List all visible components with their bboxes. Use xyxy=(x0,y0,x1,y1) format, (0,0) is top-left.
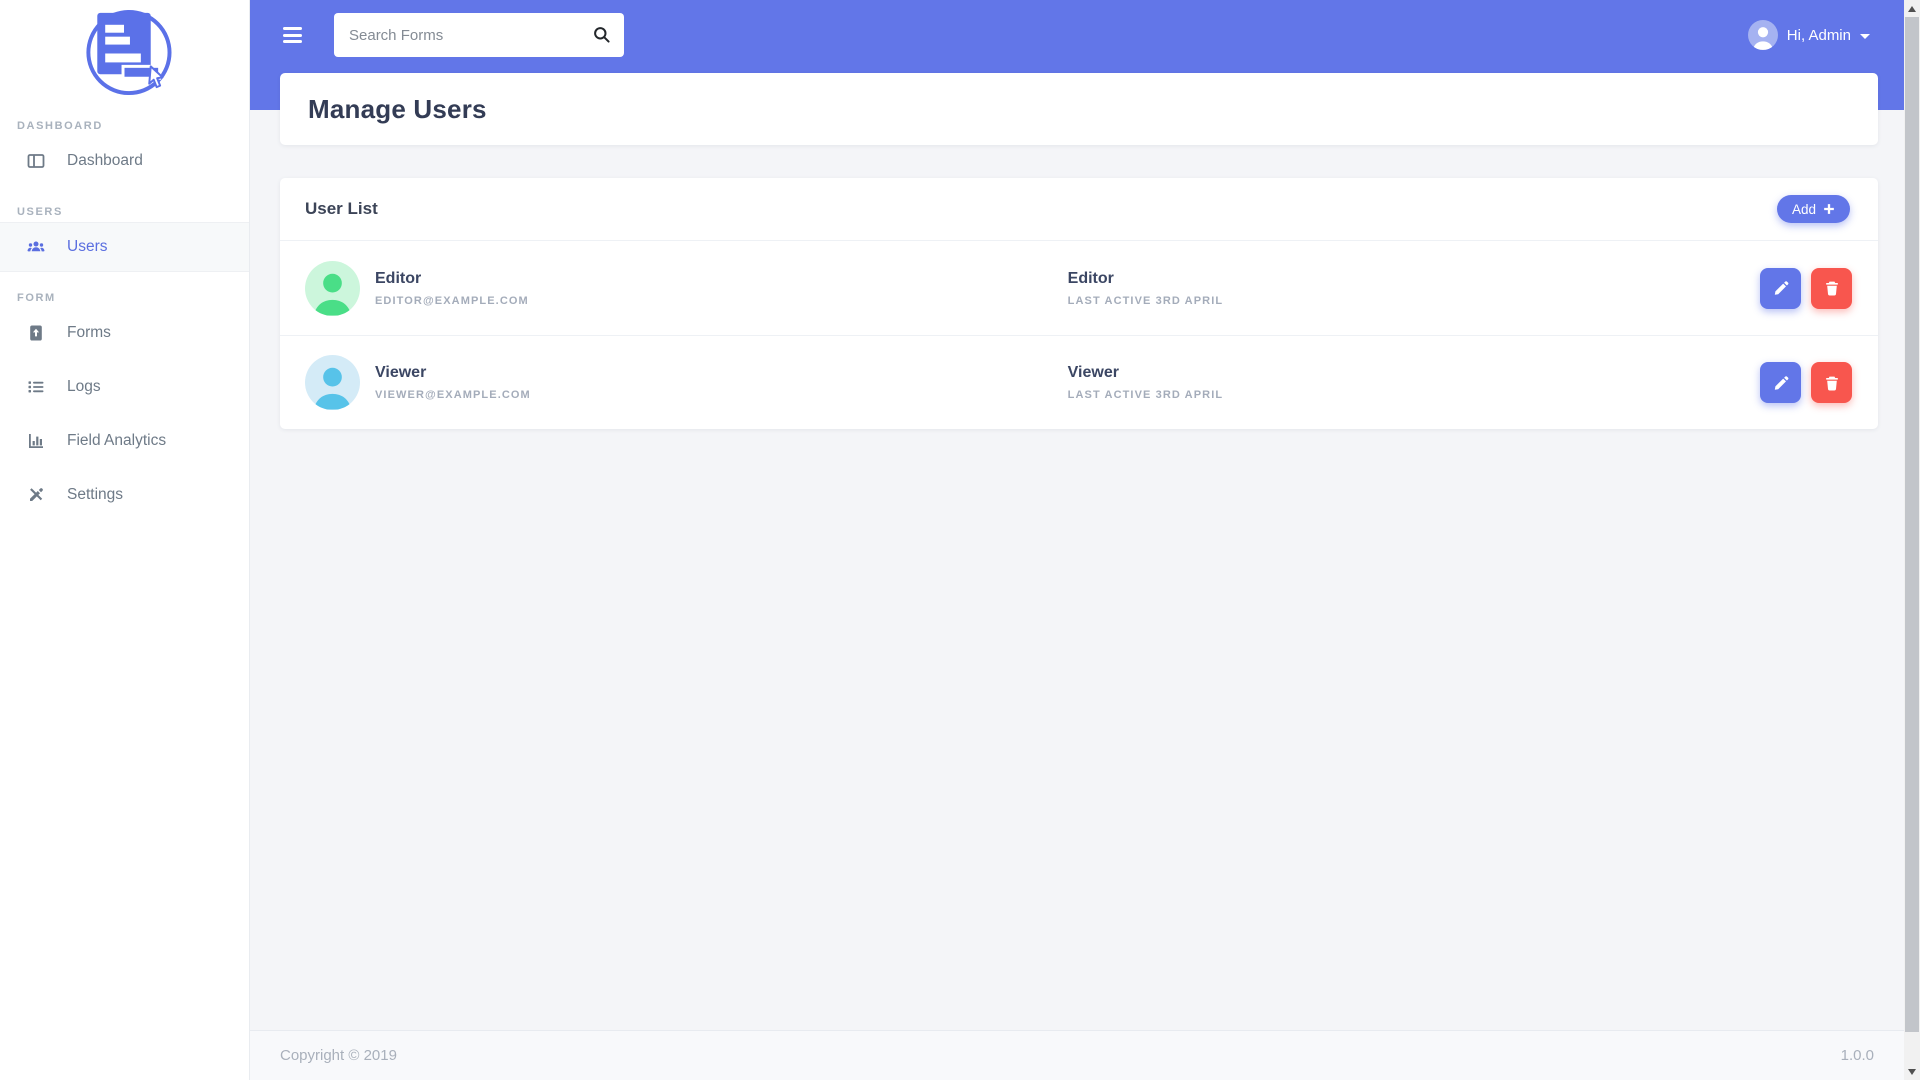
footer: Copyright © 2019 1.0.0 xyxy=(250,1030,1904,1080)
page-content: Manage Users User List Add xyxy=(250,73,1904,1030)
user-name: Viewer xyxy=(375,364,531,382)
bar-chart-icon xyxy=(27,432,45,450)
nav-section-form: FORM xyxy=(17,292,249,304)
page-title-card: Manage Users xyxy=(280,73,1878,145)
pencil-icon xyxy=(1773,280,1789,296)
sidebar-item-users[interactable]: Users xyxy=(0,222,249,272)
trash-icon xyxy=(1824,280,1840,296)
scroll-up-icon[interactable] xyxy=(1904,0,1920,17)
sidebar-item-settings[interactable]: Settings xyxy=(0,470,249,520)
search-input[interactable] xyxy=(334,13,624,57)
edit-user-button[interactable] xyxy=(1760,268,1801,309)
user-menu[interactable]: Hi, Admin xyxy=(1748,20,1870,50)
user-greeting: Hi, Admin xyxy=(1787,27,1851,44)
sidebar-item-forms[interactable]: Forms xyxy=(0,308,249,358)
avatar xyxy=(305,261,360,316)
scrollbar-thumb[interactable] xyxy=(1905,17,1919,1032)
row-actions xyxy=(1760,268,1852,309)
form-builder-logo-icon xyxy=(73,5,177,100)
sidebar-item-label: Settings xyxy=(67,486,123,504)
user-email: VIEWER@EXAMPLE.COM xyxy=(375,389,531,401)
user-identity: Editor EDITOR@EXAMPLE.COM xyxy=(305,261,1068,316)
user-list-title: User List xyxy=(305,199,378,219)
user-last-active: LAST ACTIVE 3RD APRIL xyxy=(1068,389,1760,401)
user-role: Editor xyxy=(1068,270,1760,288)
user-role-block: Editor LAST ACTIVE 3RD APRIL xyxy=(1068,270,1760,307)
sidebar-item-label: Logs xyxy=(67,378,101,396)
users-icon xyxy=(27,238,45,256)
columns-icon xyxy=(27,152,45,170)
avatar xyxy=(305,355,360,410)
search-box xyxy=(334,13,624,57)
nav-section-dashboard: DASHBOARD xyxy=(17,120,249,132)
row-actions xyxy=(1760,362,1852,403)
copyright-text: Copyright © 2019 xyxy=(280,1047,397,1064)
plus-icon xyxy=(1823,203,1835,215)
sidebar-item-field-analytics[interactable]: Field Analytics xyxy=(0,416,249,466)
form-upload-icon xyxy=(27,324,45,342)
user-role-block: Viewer LAST ACTIVE 3RD APRIL xyxy=(1068,364,1760,401)
user-email: EDITOR@EXAMPLE.COM xyxy=(375,295,529,307)
user-list-header: User List Add xyxy=(280,178,1878,241)
search-icon[interactable] xyxy=(593,26,611,49)
sidebar: DASHBOARD Dashboard USERS Users FORM For xyxy=(0,0,250,1080)
menu-icon[interactable] xyxy=(281,25,304,45)
sidebar-nav: DASHBOARD Dashboard USERS Users FORM For xyxy=(0,120,249,520)
sidebar-item-label: Users xyxy=(67,238,107,256)
tools-icon xyxy=(27,486,45,504)
delete-user-button[interactable] xyxy=(1811,268,1852,309)
sidebar-item-label: Forms xyxy=(67,324,111,342)
app-root: DASHBOARD Dashboard USERS Users FORM For xyxy=(0,0,1920,1080)
sidebar-item-label: Field Analytics xyxy=(67,432,166,450)
nav-section-users: USERS xyxy=(17,206,249,218)
sidebar-item-dashboard[interactable]: Dashboard xyxy=(0,136,249,186)
sidebar-item-logs[interactable]: Logs xyxy=(0,362,249,412)
user-name: Editor xyxy=(375,270,529,288)
pencil-icon xyxy=(1773,375,1789,391)
edit-user-button[interactable] xyxy=(1760,362,1801,403)
user-avatar-icon xyxy=(1748,20,1778,50)
chevron-down-icon xyxy=(1860,34,1870,39)
sidebar-item-label: Dashboard xyxy=(67,152,143,170)
user-role: Viewer xyxy=(1068,364,1760,382)
user-list-card: User List Add Editor EDITOR@EXAM xyxy=(280,178,1878,429)
version-text: 1.0.0 xyxy=(1841,1047,1874,1064)
list-icon xyxy=(27,378,45,396)
add-button-label: Add xyxy=(1792,202,1816,217)
add-user-button[interactable]: Add xyxy=(1777,195,1850,223)
table-row: Editor EDITOR@EXAMPLE.COM Editor LAST AC… xyxy=(280,241,1878,335)
page-title: Manage Users xyxy=(308,94,487,125)
user-last-active: LAST ACTIVE 3RD APRIL xyxy=(1068,295,1760,307)
app-logo[interactable] xyxy=(0,0,249,100)
main-column: Hi, Admin Manage Users User List Add xyxy=(250,0,1904,1080)
topbar: Hi, Admin xyxy=(250,0,1904,70)
trash-icon xyxy=(1824,375,1840,391)
scroll-down-icon[interactable] xyxy=(1904,1063,1920,1080)
table-row: Viewer VIEWER@EXAMPLE.COM Viewer LAST AC… xyxy=(280,335,1878,429)
user-identity: Viewer VIEWER@EXAMPLE.COM xyxy=(305,355,1068,410)
delete-user-button[interactable] xyxy=(1811,362,1852,403)
scrollbar[interactable] xyxy=(1904,0,1920,1080)
